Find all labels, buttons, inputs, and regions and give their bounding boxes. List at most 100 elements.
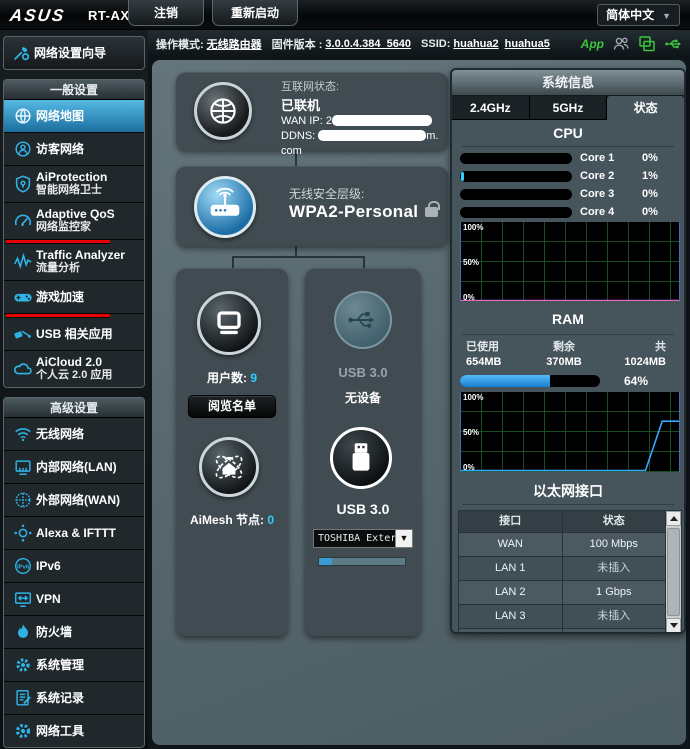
- cpu-core-value: 1%: [642, 170, 658, 182]
- port-name: LAN 3: [459, 605, 563, 628]
- wan-ip-label: WAN IP:: [281, 115, 323, 127]
- scrollbar-thumb[interactable]: [667, 528, 680, 616]
- ssid-label: SSID:: [421, 38, 450, 50]
- column-header-port: 接口: [459, 511, 563, 532]
- wireless-icon: [10, 423, 36, 445]
- usb3-no-device-text: 无设备: [305, 389, 421, 406]
- ddns-label: DDNS:: [281, 130, 315, 142]
- internet-status-card[interactable]: 互联网状态: 已联机 WAN IP: 2 DDNS: m. com: [176, 72, 448, 150]
- usb3-drive-icon[interactable]: [330, 427, 392, 489]
- aimesh-icon[interactable]: [199, 437, 259, 497]
- sidebar-item-label: Alexa & IFTTT: [36, 526, 116, 540]
- table-row-lan4: LAN 4 未插入: [459, 629, 681, 634]
- cpu-core-value: 0%: [642, 152, 658, 164]
- ssid-link-1[interactable]: huahua2: [453, 38, 498, 50]
- tab-status[interactable]: 状态: [607, 96, 684, 120]
- sidebar-item-sublabel: 流量分析: [36, 262, 125, 275]
- sidebar-item-aicloud[interactable]: AiCloud 2.0 个人云 2.0 应用: [4, 351, 144, 387]
- wireless-security-card[interactable]: 无线安全层级: WPA2-Personal: [176, 166, 448, 246]
- op-mode-link[interactable]: 无线路由器: [207, 36, 262, 52]
- sidebar-item-label: 网络地图: [36, 109, 84, 123]
- view-list-button[interactable]: 阅览名单: [188, 395, 276, 418]
- sidebar-item-ipv6[interactable]: IPv6 IPv6: [4, 550, 144, 583]
- cpu-core-row-1: Core 1 0%: [452, 149, 684, 167]
- ram-used-value: 654MB: [466, 356, 501, 368]
- ram-used-label: 已使用: [466, 341, 499, 353]
- ddns-redaction: [318, 130, 426, 141]
- sidebar-item-network-tools[interactable]: 网络工具: [4, 715, 144, 747]
- administration-gear-icon: [10, 654, 36, 676]
- ram-usage-bar: [460, 375, 600, 387]
- language-selector[interactable]: 简体中文▼: [597, 4, 680, 26]
- sidebar-item-system-log[interactable]: 系统记录: [4, 682, 144, 715]
- aicloud-icon: [10, 358, 36, 380]
- tab-5g[interactable]: 5GHz: [530, 96, 608, 120]
- cpu-core-label: Core 2: [580, 170, 628, 182]
- sidebar-item-game-boost[interactable]: 游戏加速: [4, 281, 144, 314]
- clients-people-icon[interactable]: [612, 35, 630, 53]
- firmware-link[interactable]: 3.0.0.4.384_5640: [325, 38, 411, 50]
- sidebar-item-wireless[interactable]: 无线网络: [4, 418, 144, 451]
- sidebar-item-aiprotection[interactable]: AiProtection 智能网络卫士: [4, 166, 144, 203]
- sidebar-item-firewall[interactable]: 防火墙: [4, 616, 144, 649]
- tab-2g4[interactable]: 2.4GHz: [452, 96, 530, 120]
- sidebar-general-group: 一般设置 网络地图 访客网络: [3, 79, 145, 388]
- table-row-lan1: LAN 1 未插入: [459, 557, 681, 581]
- usb3-top-title: USB 3.0: [305, 365, 421, 380]
- sidebar-item-lan[interactable]: 内部网络(LAN): [4, 451, 144, 484]
- sidebar-item-network-map[interactable]: 网络地图: [4, 100, 144, 133]
- ram-usage-fill: [460, 375, 550, 387]
- sidebar-item-adaptive-qos[interactable]: Adaptive QoS 网络监控家: [4, 203, 144, 240]
- clients-count-value: 9: [250, 371, 257, 385]
- usb-device-select[interactable]: TOSHIBA Extern ▼: [313, 529, 413, 548]
- sidebar-item-quick-setup[interactable]: 网络设置向导: [3, 36, 145, 70]
- sidebar-item-traffic-analyzer[interactable]: Traffic Analyzer 流量分析: [4, 244, 144, 281]
- sidebar-item-sublabel: 个人云 2.0 应用: [36, 369, 112, 382]
- cpu-core-label: Core 4: [580, 206, 628, 218]
- sidebar-item-label: 内部网络(LAN): [36, 460, 117, 474]
- sidebar-item-vpn[interactable]: VPN: [4, 583, 144, 616]
- wan-ip-redaction: [332, 115, 432, 126]
- internet-status-label: 互联网状态:: [281, 80, 439, 95]
- usb-apps-icon: [10, 323, 36, 345]
- chevron-down-icon: ▼: [662, 11, 671, 21]
- usb-device-name: TOSHIBA Extern: [314, 530, 395, 547]
- sidebar-item-sublabel: 网络监控家: [36, 221, 115, 234]
- scroll-up-button[interactable]: [666, 511, 681, 526]
- ethernet-section-title: 以太网接口: [452, 476, 684, 500]
- clients-monitor-icon[interactable]: [197, 291, 261, 355]
- usb3-empty-icon[interactable]: [334, 291, 392, 349]
- internet-status-value: 已联机: [281, 95, 439, 114]
- graph-y-label-50: 50%: [463, 428, 479, 437]
- sidebar-item-label: VPN: [36, 592, 61, 606]
- interface-display-icon[interactable]: [638, 35, 656, 53]
- advanced-settings-header: 高级设置: [4, 398, 144, 418]
- logout-button[interactable]: 注销: [128, 0, 204, 26]
- internet-globe-icon: [194, 82, 252, 140]
- graph-y-label-50: 50%: [463, 258, 479, 267]
- sidebar-item-usb-apps[interactable]: USB 相关应用: [4, 318, 144, 351]
- aimesh-count-label: AiMesh 节点:: [190, 513, 264, 527]
- sidebar-item-alexa-ifttt[interactable]: Alexa & IFTTT: [4, 517, 144, 550]
- scroll-down-button[interactable]: [666, 618, 681, 633]
- network-map-panel: 互联网状态: 已联机 WAN IP: 2 DDNS: m. com: [152, 60, 686, 745]
- sidebar-item-administration[interactable]: 系统管理: [4, 649, 144, 682]
- system-info-title: 系统信息: [452, 70, 684, 96]
- table-scrollbar[interactable]: [666, 511, 681, 633]
- sidebar-item-label: 防火墙: [36, 625, 72, 639]
- sidebar-item-label: AiProtection: [36, 170, 107, 184]
- sidebar-item-label: IPv6: [36, 559, 61, 573]
- app-link[interactable]: App: [581, 37, 604, 51]
- cpu-core-value: 0%: [642, 188, 658, 200]
- ssid-link-2[interactable]: huahua5: [505, 38, 550, 50]
- scrollbar-track[interactable]: [666, 526, 681, 618]
- asus-logo: ASUS: [9, 6, 67, 26]
- cpu-core-label: Core 1: [580, 152, 628, 164]
- port-status: 1 Gbps: [563, 581, 667, 604]
- system-info-panel: 系统信息 2.4GHz 5GHz 状态 CPU Core 1 0% Core 2…: [450, 68, 686, 634]
- sidebar-item-guest-network[interactable]: 访客网络: [4, 133, 144, 166]
- status-info-bar: 操作模式: 无线路由器 固件版本 : 3.0.0.4.384_5640 SSID…: [148, 30, 690, 58]
- sidebar-item-wan[interactable]: 外部网络(WAN): [4, 484, 144, 517]
- reboot-button[interactable]: 重新启动: [212, 0, 298, 26]
- usb-status-icon[interactable]: [664, 35, 682, 53]
